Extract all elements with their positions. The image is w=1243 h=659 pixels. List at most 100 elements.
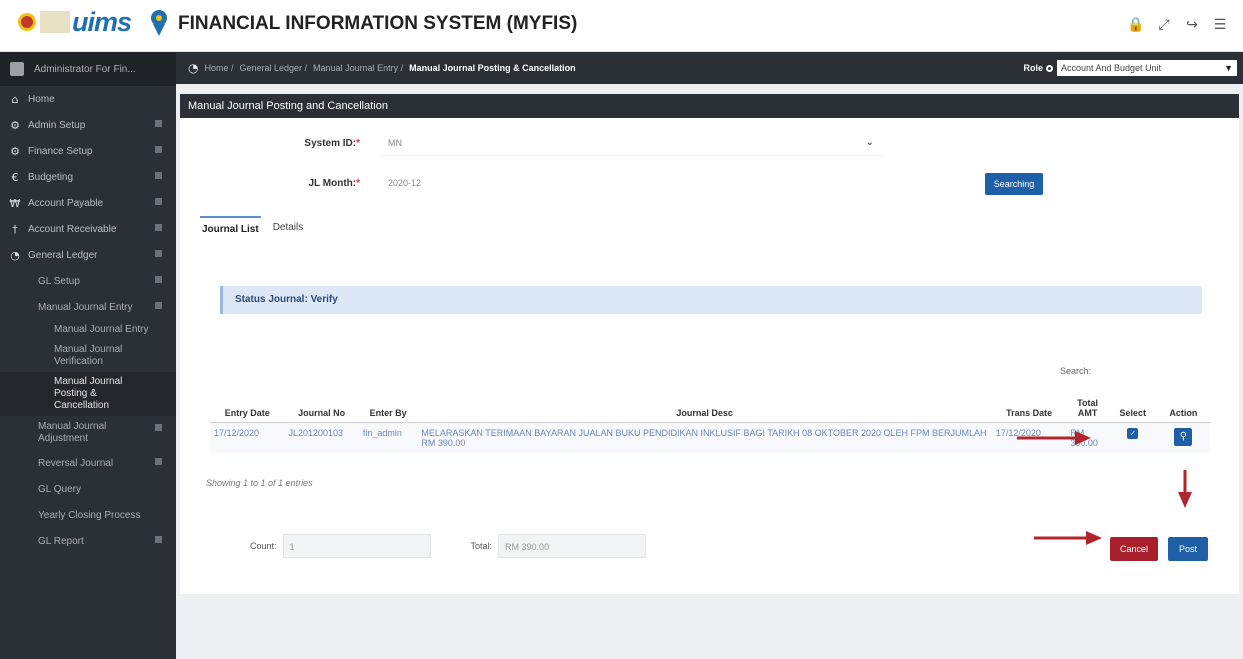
- system-id-select[interactable]: MN ⌄: [382, 130, 882, 156]
- top-header: uims FINANCIAL INFORMATION SYSTEM (MYFIS…: [0, 0, 1243, 52]
- logout-icon[interactable]: ↪: [1183, 16, 1201, 34]
- cogs-icon: ⚙: [10, 118, 20, 132]
- count-field: 1: [282, 534, 431, 558]
- sidebar-item-finance-setup[interactable]: ⚙ Finance Setup: [0, 138, 176, 164]
- sidebar-item-gl-query[interactable]: GL Query: [0, 476, 176, 502]
- col-total-amt[interactable]: Total AMT: [1066, 394, 1109, 423]
- role-radio-icon: [1046, 65, 1053, 72]
- cell-trans-date: 17/12/2020: [991, 422, 1067, 453]
- tab-journal-list[interactable]: Journal List: [200, 216, 261, 241]
- sidebar-item-general-ledger[interactable]: ◔ General Ledger: [0, 242, 176, 268]
- university-logo-icon: [18, 13, 36, 31]
- expand-plus-icon: [155, 302, 162, 309]
- sidebar-item-home[interactable]: ⌂ Home: [0, 86, 176, 112]
- col-entry-date[interactable]: Entry Date: [210, 394, 285, 423]
- tab-details[interactable]: Details: [271, 216, 306, 241]
- jl-month-value: 2020-12: [388, 178, 422, 188]
- sidebar-item-manual-journal-posting[interactable]: Manual Journal Posting & Cancellation: [0, 372, 176, 416]
- breadcrumb-home[interactable]: Home /: [204, 63, 233, 73]
- col-journal-no[interactable]: Journal No: [284, 394, 359, 423]
- breadcrumb-current: Manual Journal Posting & Cancellation: [409, 63, 576, 73]
- won-icon: ₩: [9, 196, 21, 210]
- expand-plus-icon: [155, 458, 162, 465]
- system-id-label-text: System ID:: [304, 137, 357, 149]
- sidebar-item-gl-report[interactable]: GL Report: [0, 528, 176, 554]
- sidebar-item-label: Manual Journal Entry: [54, 324, 149, 335]
- map-pin-icon: [151, 10, 167, 36]
- sidebar-item-label: GL Setup: [38, 275, 80, 287]
- sidebar-item-yearly-closing[interactable]: Yearly Closing Process: [0, 502, 176, 528]
- breadcrumb-manual-journal-entry[interactable]: Manual Journal Entry /: [313, 63, 403, 73]
- posting-panel: Manual Journal Posting and Cancellation …: [180, 94, 1239, 594]
- tab-bar: Journal List Details: [200, 216, 305, 241]
- col-action[interactable]: Action: [1156, 394, 1210, 423]
- sidebar-item-account-receivable[interactable]: † Account Receivable: [0, 216, 176, 242]
- breadcrumb: ◔ Home / General Ledger / Manual Journal…: [176, 52, 1243, 84]
- cancel-button[interactable]: Cancel: [1110, 537, 1158, 561]
- sidebar-item-admin-setup[interactable]: ⚙ Admin Setup: [0, 112, 176, 138]
- sidebar-item-manual-journal-verification[interactable]: Manual Journal Verification: [0, 340, 176, 372]
- avatar: [10, 62, 24, 76]
- sidebar-item-budgeting[interactable]: € Budgeting: [0, 164, 176, 190]
- sidebar-item-manual-journal-entry[interactable]: Manual Journal Entry: [0, 320, 176, 340]
- expand-plus-icon: [155, 536, 162, 543]
- sidebar-item-label: Account Payable: [28, 197, 104, 209]
- euro-icon: €: [11, 170, 19, 184]
- sidebar-item-label: Home: [28, 93, 55, 105]
- table-row: 17/12/2020 JL201200103 fin_admin MELARAS…: [210, 422, 1210, 453]
- uims-logo: uims: [72, 7, 132, 37]
- col-enter-by[interactable]: Enter By: [358, 394, 418, 423]
- jl-month-label: JL Month:*: [308, 177, 361, 189]
- system-id-row: System ID:* MN ⌄: [290, 130, 882, 156]
- searching-button[interactable]: Searching: [985, 173, 1043, 195]
- total-label: Total:: [470, 541, 493, 551]
- main-content: Manual Journal Posting and Cancellation …: [176, 84, 1243, 659]
- count-label: Count:: [250, 541, 277, 551]
- expand-icon[interactable]: ⤢: [1155, 16, 1173, 34]
- col-select[interactable]: Select: [1108, 394, 1157, 423]
- menu-icon[interactable]: ☰: [1211, 16, 1229, 34]
- role-select[interactable]: Account And Budget Unit ▼: [1057, 60, 1237, 76]
- sidebar-item-label: Manual Journal Entry: [38, 301, 133, 313]
- sidebar-user[interactable]: Administrator For Fin...: [0, 52, 176, 86]
- sidebar: Administrator For Fin... ⌂ Home ⚙ Admin Se…: [0, 52, 176, 659]
- col-journal-desc[interactable]: Journal Desc: [417, 394, 992, 423]
- jl-month-input[interactable]: 2020-12: [382, 170, 882, 196]
- expand-plus-icon: [155, 250, 162, 257]
- sidebar-item-label: Finance Setup: [28, 145, 93, 157]
- app-title: FINANCIAL INFORMATION SYSTEM (MYFIS): [178, 13, 578, 34]
- expand-plus-icon: [155, 198, 162, 205]
- sidebar-item-label: Manual Journal Adjustment: [38, 421, 107, 444]
- sidebar-item-label: Reversal Journal: [38, 457, 114, 469]
- sidebar-item-manual-journal-entry-group[interactable]: Manual Journal Entry: [0, 294, 176, 320]
- dashboard-icon: ◔: [10, 248, 20, 262]
- footer-totals: Count: 1 Total: RM 390.00: [250, 534, 647, 558]
- role-label-text: Role: [1023, 63, 1043, 73]
- chevron-down-icon: ▼: [1224, 63, 1233, 73]
- sidebar-item-manual-journal-adjustment[interactable]: Manual Journal Adjustment: [0, 416, 176, 450]
- select-checkbox[interactable]: ✓: [1127, 428, 1139, 439]
- col-trans-date[interactable]: Trans Date: [991, 394, 1067, 423]
- expand-plus-icon: [155, 424, 162, 431]
- role-label: Role: [1023, 63, 1053, 73]
- sidebar-item-account-payable[interactable]: ₩ Account Payable: [0, 190, 176, 216]
- system-id-value: MN: [388, 138, 402, 148]
- sidebar-item-label: GL Query: [38, 483, 81, 495]
- university-name-logo: [40, 11, 70, 33]
- jl-month-row: JL Month:* 2020-12: [290, 170, 882, 196]
- lock-icon[interactable]: 🔒: [1127, 16, 1145, 34]
- table-search-label: Search:: [1060, 366, 1092, 376]
- sidebar-item-label: General Ledger: [28, 249, 98, 261]
- post-button[interactable]: Post: [1168, 537, 1208, 561]
- cell-total-amt: RM 390.00: [1066, 422, 1109, 453]
- status-journal-banner: Status Journal: Verify: [220, 286, 1202, 314]
- dashboard-icon[interactable]: ◔: [188, 61, 198, 75]
- view-search-icon[interactable]: ⚲: [1174, 428, 1193, 446]
- sidebar-item-label: Manual Journal Verification: [54, 344, 123, 367]
- sidebar-item-gl-setup[interactable]: GL Setup: [0, 268, 176, 294]
- breadcrumb-general-ledger[interactable]: General Ledger /: [240, 63, 308, 73]
- sidebar-item-reversal-journal[interactable]: Reversal Journal: [0, 450, 176, 476]
- sidebar-item-label: GL Report: [38, 535, 84, 547]
- sidebar-item-label: Yearly Closing Process: [38, 509, 141, 521]
- sidebar-item-label: Account Receivable: [28, 223, 117, 235]
